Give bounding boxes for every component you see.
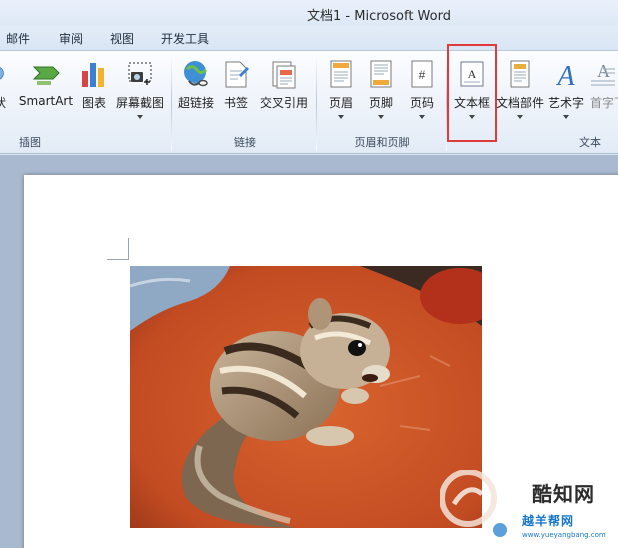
drop-cap-icon: A bbox=[591, 61, 615, 86]
margin-corner-mark bbox=[107, 238, 129, 260]
quick-parts-label: 文档部件 bbox=[496, 96, 545, 110]
hyperlink-label: 超链接 bbox=[177, 96, 214, 110]
tab-developer[interactable]: 开发工具 bbox=[161, 30, 209, 47]
wordart-button[interactable]: A 艺术字 bbox=[546, 57, 586, 131]
ribbon: 状 SmartArt 图表 屏幕截图 插图 超链接 书签 交叉引用 链接 页眉 … bbox=[0, 50, 618, 154]
wordart-icon: A bbox=[555, 61, 575, 89]
textbox-highlight-box bbox=[447, 44, 497, 142]
chart-icon bbox=[82, 63, 104, 87]
group-label-links: 链接 bbox=[234, 136, 256, 149]
footer-button[interactable]: 页脚 bbox=[363, 57, 399, 131]
bookmark-label: 书签 bbox=[223, 96, 248, 110]
crossref-button[interactable]: 交叉引用 bbox=[258, 57, 310, 131]
group-divider bbox=[316, 55, 317, 151]
smartart-button[interactable]: SmartArt bbox=[18, 57, 74, 131]
tab-mailings[interactable]: 邮件 bbox=[6, 30, 30, 47]
header-icon bbox=[330, 60, 352, 88]
drop-cap-button[interactable]: A 首字下 bbox=[588, 57, 618, 131]
chevron-down-icon bbox=[563, 115, 569, 119]
chevron-down-icon bbox=[419, 115, 425, 119]
bookmark-icon bbox=[225, 61, 249, 88]
shapes-button[interactable]: 状 bbox=[0, 57, 14, 131]
watermark-site-url: www.yueyangbang.com bbox=[522, 531, 606, 539]
group-label-illustrations: 插图 bbox=[19, 136, 41, 149]
hyperlink-button[interactable]: 超链接 bbox=[176, 57, 216, 131]
smartart-label: SmartArt bbox=[18, 94, 74, 108]
chevron-down-icon bbox=[517, 115, 523, 119]
watermark-brand: 酷知网 bbox=[532, 482, 595, 506]
chevron-down-icon bbox=[378, 115, 384, 119]
svg-text:A: A bbox=[597, 61, 610, 81]
chevron-down-icon bbox=[338, 115, 344, 119]
wordart-label: 艺术字 bbox=[547, 96, 584, 110]
quick-parts-icon bbox=[510, 60, 530, 88]
chart-label: 图表 bbox=[81, 96, 106, 110]
group-label-text: 文本 bbox=[579, 136, 601, 149]
header-label: 页眉 bbox=[328, 96, 353, 110]
footer-icon bbox=[370, 60, 392, 88]
crossref-label: 交叉引用 bbox=[259, 96, 308, 110]
crossref-icon bbox=[272, 61, 296, 89]
page-number-button[interactable]: # 页码 bbox=[404, 57, 440, 131]
chipmunk-image bbox=[130, 266, 482, 528]
tab-view[interactable]: 视图 bbox=[110, 30, 134, 47]
svg-text:A: A bbox=[555, 61, 575, 89]
shapes-icon bbox=[0, 67, 4, 80]
window-title: 文档1 - Microsoft Word bbox=[307, 9, 451, 24]
ribbon-tabs: 邮件 审阅 视图 开发工具 bbox=[0, 26, 618, 50]
group-divider bbox=[171, 55, 172, 151]
svg-text:#: # bbox=[419, 68, 426, 82]
group-label-header-footer: 页眉和页脚 bbox=[354, 136, 410, 149]
title-bar: 文档1 - Microsoft Word bbox=[0, 0, 618, 26]
tab-review[interactable]: 审阅 bbox=[59, 30, 83, 47]
chipmunk-photo[interactable] bbox=[130, 266, 482, 528]
screenshot-label: 屏幕截图 bbox=[115, 96, 164, 110]
drop-cap-label: 首字下 bbox=[590, 96, 618, 110]
page-number-icon: # bbox=[411, 60, 433, 88]
screenshot-icon bbox=[128, 62, 152, 85]
chevron-down-icon bbox=[137, 115, 143, 119]
chart-button[interactable]: 图表 bbox=[78, 57, 110, 131]
header-button[interactable]: 页眉 bbox=[323, 57, 359, 131]
hyperlink-icon bbox=[184, 61, 208, 87]
watermark-site-name: 越羊帮网 bbox=[522, 514, 575, 528]
bookmark-button[interactable]: 书签 bbox=[220, 57, 252, 131]
screenshot-button[interactable]: 屏幕截图 bbox=[114, 57, 166, 131]
page-number-label: 页码 bbox=[409, 96, 434, 110]
shapes-label: 状 bbox=[0, 96, 7, 110]
footer-label: 页脚 bbox=[368, 96, 393, 110]
quick-parts-button[interactable]: 文档部件 bbox=[496, 57, 544, 131]
smartart-icon bbox=[32, 66, 60, 85]
